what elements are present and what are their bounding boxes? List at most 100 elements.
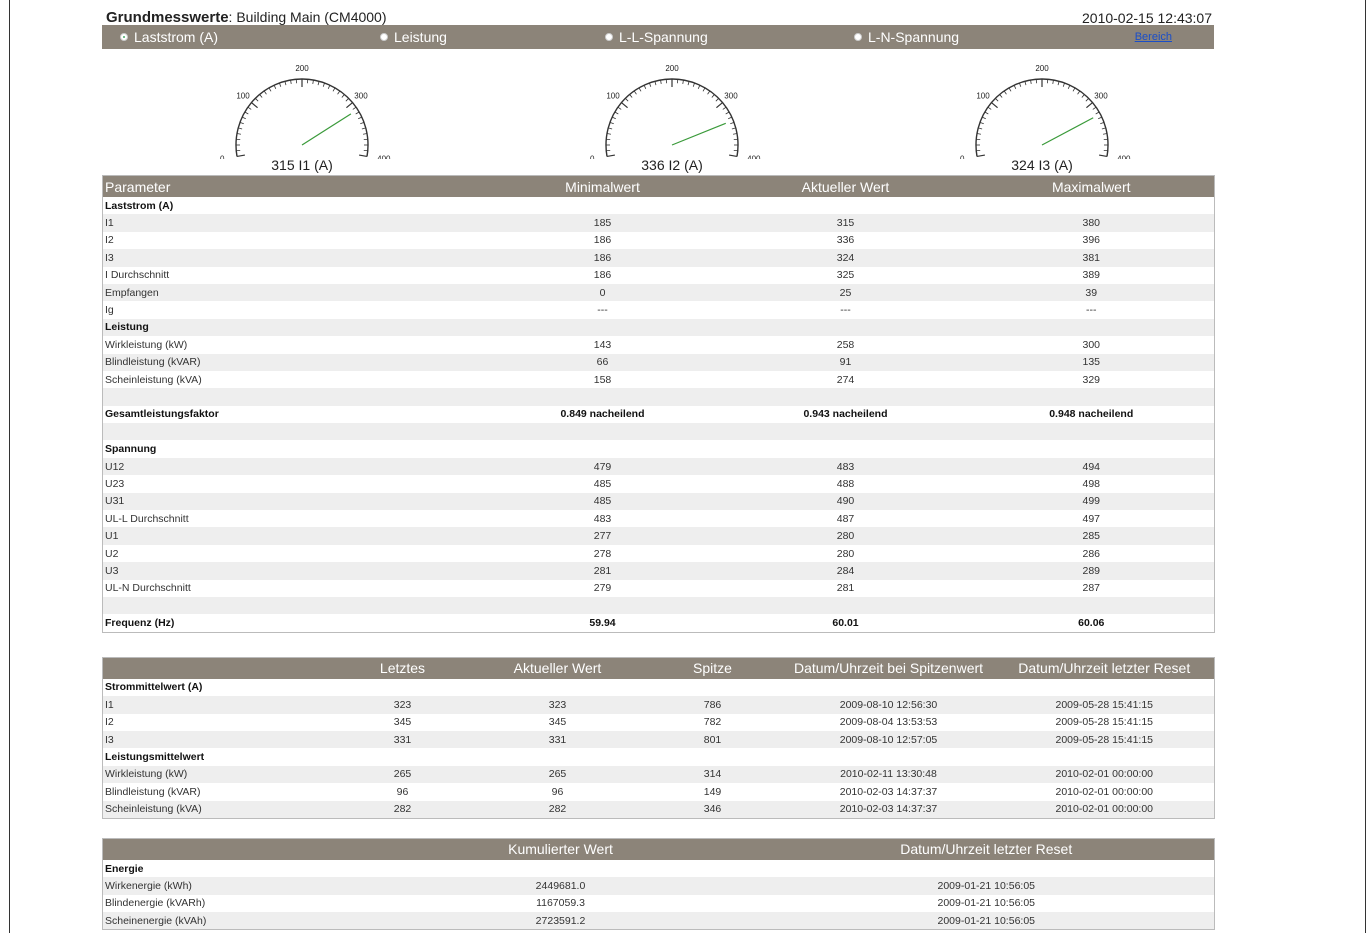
- cell-value: 282: [332, 800, 473, 819]
- cell-value: 0.943 nacheilend: [803, 408, 888, 421]
- cell-value: 287: [1082, 582, 1101, 595]
- page-header: Grundmesswerte: Building Main (CM4000) 2…: [102, 0, 1214, 26]
- gauge-tick: [341, 94, 345, 98]
- table-row: U31 485 490 499: [102, 492, 1215, 511]
- cell-value: 380: [968, 214, 1215, 232]
- cell-value: 2009-01-21 10:56:05: [758, 877, 1215, 895]
- gauge-i1: 0 100 200 300 400 315 I1 (A): [192, 49, 412, 175]
- cell-value: 346: [642, 800, 783, 819]
- cell-value: [333, 748, 473, 765]
- row-label: Strommittelwert (A): [105, 681, 203, 694]
- cell-value: 185: [482, 214, 723, 232]
- demand-body: Strommittelwert (A) I1 323 323 786 2009-08-10…: [102, 679, 1215, 819]
- cell-value: [722, 596, 969, 615]
- radio-ln-spannung[interactable]: L-N-Spannung: [854, 29, 959, 45]
- table-row: U2 278 280 286: [103, 545, 1215, 562]
- cell-value: 282: [472, 800, 643, 819]
- gauge-tick: [345, 98, 349, 102]
- cell-value: 143: [593, 338, 612, 351]
- cell-value: [968, 423, 1215, 441]
- cell-value: [722, 318, 969, 337]
- cell-value: 801: [642, 730, 783, 749]
- gauge-tick: [621, 102, 628, 109]
- cell-value: 300: [1082, 338, 1101, 351]
- table-row: Scheinenergie (kVAh) 2723591.2 2009-01-21 …: [102, 912, 1215, 930]
- radio-label: L-N-Spannung: [868, 29, 960, 45]
- gauge-label: 336 I2 (A): [641, 157, 703, 173]
- gauge-i3: 0 100 200 300 400 324 I3 (A): [932, 49, 1152, 175]
- gauge-needle: [301, 113, 352, 146]
- gauge-tick: [259, 94, 263, 98]
- cell-value: 0.849 nacheilend: [560, 408, 645, 421]
- row-label: Wirkleistung (kW): [105, 338, 188, 351]
- radio-laststrom[interactable]: Laststrom (A): [120, 29, 218, 45]
- row-label: Leistung: [102, 318, 483, 337]
- table-row: Scheinleistung (kVA) 158 274 329: [103, 371, 1215, 388]
- cell-value: 59.94: [589, 617, 616, 630]
- row-label: [102, 596, 483, 615]
- gauge-tick: [609, 122, 614, 125]
- radio-dot[interactable]: [380, 33, 388, 41]
- radio-dot[interactable]: [120, 33, 128, 41]
- section-row: Gesamtleistungsfaktor 0.849 nacheilend 0.9…: [103, 406, 1215, 423]
- title-bold: Grundmesswerte: [106, 9, 229, 26]
- cell-value: 488: [836, 477, 855, 490]
- cell-value: [968, 388, 1215, 406]
- gauge-tick: [322, 82, 325, 87]
- table-row: [102, 388, 1215, 406]
- cell-value: 324: [722, 249, 969, 267]
- gauge-tick: [1077, 90, 1081, 95]
- gauge-tick: [638, 87, 642, 92]
- row-label: UL-N Durchschnitt: [105, 582, 191, 595]
- gauge-tick: [360, 122, 365, 125]
- row-label: Scheinenergie (kVAh): [102, 912, 363, 930]
- radio-dot[interactable]: [605, 33, 613, 41]
- row-label: I3: [102, 730, 333, 749]
- gauge-tick: [244, 111, 249, 115]
- gauge-label: 315 I1 (A): [271, 157, 333, 173]
- gauge-tick: [1008, 87, 1012, 92]
- table-row: U23 485 488 498: [103, 475, 1215, 492]
- cell-value: [783, 748, 995, 765]
- radio-leistung[interactable]: Leistung: [380, 29, 447, 45]
- cell-value: 284: [722, 562, 969, 580]
- cell-value: [473, 748, 643, 765]
- measurements-table: Parameter Minimalwert Aktueller Wert Max…: [102, 175, 1215, 633]
- col-header: [102, 838, 363, 860]
- table-header-row: Parameter Minimalwert Aktueller Wert Max…: [102, 175, 1215, 197]
- gauge-i2: 0 100 200 300 400 336 I2 (A): [562, 49, 782, 175]
- cell-value: 479: [482, 457, 723, 476]
- row-label: [102, 388, 483, 406]
- row-label: I1: [102, 696, 333, 714]
- section-row: Spannung: [103, 440, 1215, 457]
- section-row: Strommittelwert (A): [103, 679, 1215, 696]
- bereich-link[interactable]: Bereich: [1134, 31, 1172, 43]
- cell-value: [643, 679, 783, 696]
- gauge-row: 0 100 200 300 400 315 I1 (A) 0 100 200 300 400 3…: [102, 49, 1214, 175]
- cell-value: [482, 318, 723, 337]
- gauge-tick: [633, 90, 637, 95]
- cell-value: 2009-05-28 15:41:15: [994, 730, 1215, 749]
- gauge-tick: [984, 111, 989, 115]
- gauge-tick: [987, 106, 992, 110]
- cell-value: 336: [836, 234, 855, 247]
- cell-value: 186: [482, 249, 723, 267]
- gauge-tick: [1085, 98, 1089, 102]
- table-row: Wirkleistung (kW) 143 258 300: [103, 336, 1215, 353]
- gauge-tick: [608, 127, 613, 130]
- col-header: Aktueller Wert: [722, 175, 969, 197]
- gauge-tick: [263, 90, 267, 95]
- radio-dot[interactable]: [854, 33, 862, 41]
- row-label: [102, 423, 483, 441]
- gauge-tick-label: 100: [236, 92, 250, 101]
- cell-value: 345: [548, 716, 567, 729]
- gauge-tick: [715, 98, 719, 102]
- cell-value: 331: [472, 730, 643, 749]
- cell-value: [483, 440, 723, 457]
- table-row: U12 479 483 494: [102, 457, 1215, 476]
- radio-ll-spannung[interactable]: L-L-Spannung: [605, 29, 708, 45]
- gauge-tick-label: 300: [724, 92, 738, 101]
- cell-value: ---: [840, 304, 851, 317]
- gauge-tick: [358, 116, 362, 120]
